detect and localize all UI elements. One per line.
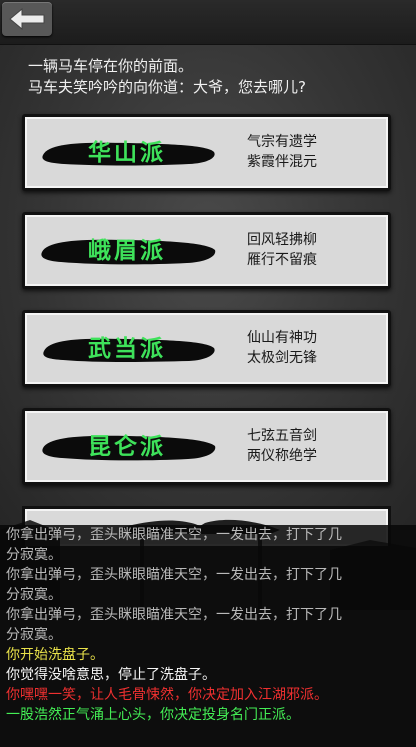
back-arrow-icon — [9, 7, 45, 31]
sect-name-plate: 昆仑派 — [39, 427, 217, 467]
log-line: 分寂寞。 — [6, 627, 62, 643]
log-line: 你拿出弹弓，歪头眯眼瞄准天空，一发出去，打下了几 — [6, 607, 342, 623]
log-line: 你觉得没啥意思，停止了洗盘子。 — [6, 667, 216, 683]
intro-line-1: 一辆马车停在你的前面。 — [28, 57, 194, 75]
sect-motto-line-1: 仙山有神功 — [247, 330, 317, 346]
sect-motto-line-1: 七弦五音剑 — [247, 428, 317, 444]
log-line: 分寂寞。 — [6, 587, 62, 603]
sect-name-plate: 峨眉派 — [39, 231, 217, 271]
sect-card-emei[interactable]: 峨眉派 回风轻拂柳 雁行不留痕 — [22, 212, 391, 289]
log-line: 你开始洗盘子。 — [6, 647, 104, 663]
intro-line-2: 马车夫笑吟吟的向你道：大爷，您去哪儿? — [28, 78, 306, 96]
sect-motto: 回风轻拂柳 雁行不留痕 — [247, 230, 387, 270]
sect-motto-line-2: 太极剑无锋 — [247, 350, 317, 366]
sect-name: 昆仑派 — [88, 433, 166, 460]
back-button[interactable] — [2, 2, 52, 36]
sect-name: 武当派 — [88, 335, 166, 362]
header-bar — [0, 0, 416, 45]
log-line: 你拿出弹弓，歪头眯眼瞄准天空，一发出去，打下了几 — [6, 567, 342, 583]
sect-card-wudang[interactable]: 武当派 仙山有神功 太极剑无锋 — [22, 310, 391, 387]
sect-name: 峨眉派 — [88, 237, 166, 264]
sect-motto-line-1: 回风轻拂柳 — [247, 232, 317, 248]
sect-name-plate: 武当派 — [39, 329, 217, 369]
message-log-lines: 你拿出弹弓，歪头眯眼瞄准天空，一发出去，打下了几 分寂寞。 你拿出弹弓，歪头眯眼… — [6, 525, 411, 725]
sect-motto: 气宗有遗学 紫霞伴混元 — [247, 132, 387, 172]
log-line: 你拿出弹弓，歪头眯眼瞄准天空，一发出去，打下了几 — [6, 527, 342, 543]
sect-motto-line-2: 两仪称绝学 — [247, 448, 317, 464]
intro-text: 一辆马车停在你的前面。 马车夫笑吟吟的向你道：大爷，您去哪儿? — [28, 56, 408, 98]
log-line: 一股浩然正气涌上心头，你决定投身名门正派。 — [6, 707, 300, 723]
sect-name-plate: 华山派 — [39, 133, 217, 173]
message-log: 你拿出弹弓，歪头眯眼瞄准天空，一发出去，打下了几 分寂寞。 你拿出弹弓，歪头眯眼… — [0, 525, 416, 747]
sect-card-kunlun[interactable]: 昆仑派 七弦五音剑 两仪称绝学 — [22, 408, 391, 485]
sect-card-huashan[interactable]: 华山派 气宗有遗学 紫霞伴混元 — [22, 114, 391, 191]
log-line: 你嘿嘿一笑，让人毛骨悚然，你决定加入江湖邪派。 — [6, 687, 328, 703]
sect-motto-line-2: 紫霞伴混元 — [247, 154, 317, 170]
sect-motto: 仙山有神功 太极剑无锋 — [247, 328, 387, 368]
log-line: 分寂寞。 — [6, 547, 62, 563]
sect-name: 华山派 — [88, 139, 166, 166]
sect-motto-line-2: 雁行不留痕 — [247, 252, 317, 268]
sect-motto: 七弦五音剑 两仪称绝学 — [247, 426, 387, 466]
sect-motto-line-1: 气宗有遗学 — [247, 134, 317, 150]
